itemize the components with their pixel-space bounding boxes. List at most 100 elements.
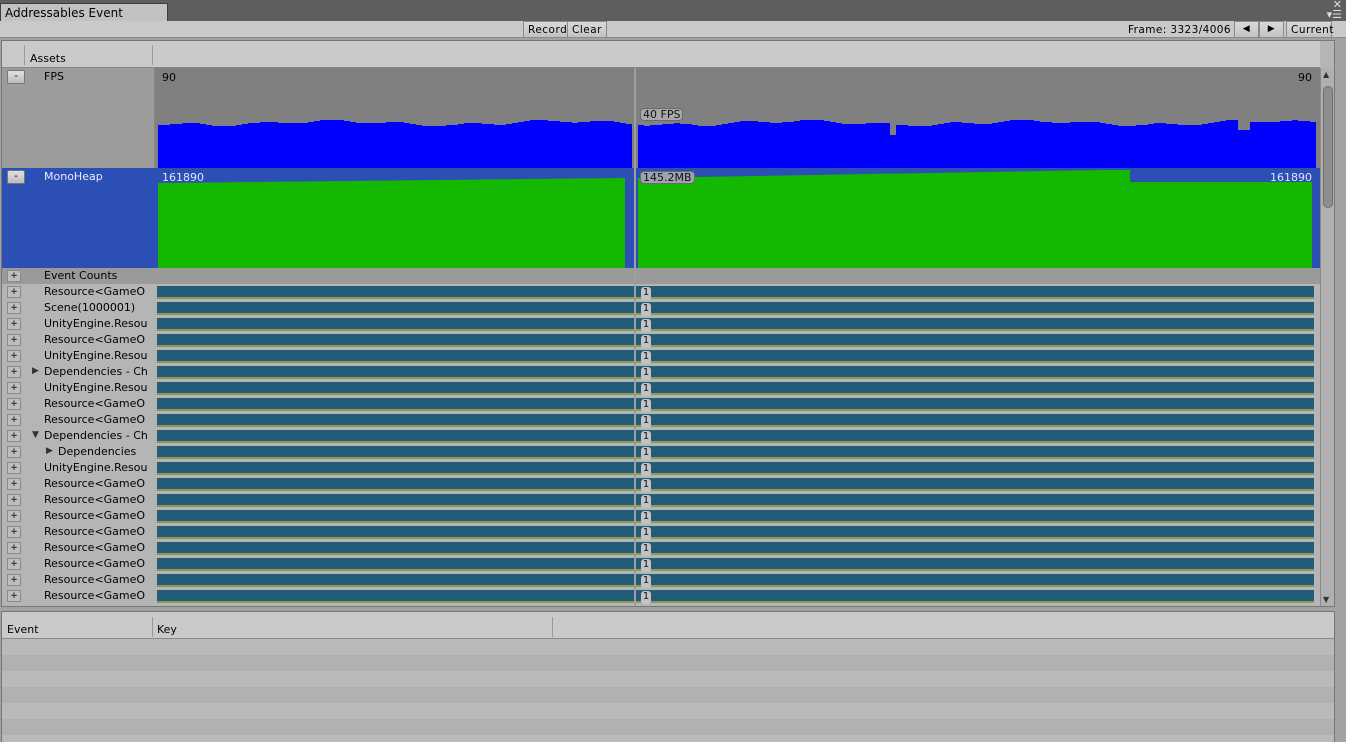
triangle-down-icon[interactable]: ▼ — [32, 430, 39, 440]
expand-toggle[interactable]: + — [7, 366, 21, 378]
event-timeline-bar[interactable] — [157, 510, 1314, 523]
key-column-header[interactable]: Key — [157, 623, 177, 636]
event-row[interactable]: + Resource<GameO 1 — [2, 588, 1320, 604]
column-divider[interactable] — [552, 617, 553, 637]
event-timeline-bar[interactable] — [157, 542, 1314, 555]
event-row[interactable]: + UnityEngine.Resou 1 — [2, 316, 1320, 332]
event-timeline-bar[interactable] — [157, 558, 1314, 571]
event-row[interactable]: + Resource<GameO 1 — [2, 540, 1320, 556]
expand-toggle[interactable]: + — [7, 526, 21, 538]
event-table-row[interactable] — [2, 687, 1334, 703]
expand-toggle[interactable]: + — [7, 494, 21, 506]
event-table: Event Key — [1, 611, 1335, 742]
expand-toggle[interactable]: + — [7, 462, 21, 474]
expand-toggle[interactable]: + — [7, 478, 21, 490]
prev-frame-button[interactable]: ◀ — [1234, 21, 1259, 38]
event-timeline-bar[interactable] — [157, 574, 1314, 587]
event-row[interactable]: + Resource<GameO 1 — [2, 476, 1320, 492]
expand-toggle[interactable]: + — [7, 590, 21, 602]
event-timeline-bar[interactable] — [157, 446, 1314, 459]
fps-bar — [392, 122, 398, 168]
event-timeline-bar[interactable] — [157, 318, 1314, 331]
event-timeline-bar[interactable] — [157, 366, 1314, 379]
scrollbar-thumb[interactable] — [1323, 86, 1333, 208]
expand-toggle[interactable]: + — [7, 270, 21, 282]
expand-toggle[interactable]: + — [7, 414, 21, 426]
expand-toggle[interactable]: + — [7, 430, 21, 442]
event-row[interactable]: + ▶ Dependencies 1 — [2, 444, 1320, 460]
window-menu-icon[interactable]: ✕ ▾☰ — [1327, 0, 1342, 20]
fps-graph[interactable]: 90 90 40 FPS — [155, 68, 1320, 168]
expand-toggle[interactable]: + — [7, 286, 21, 298]
expand-toggle[interactable]: + — [7, 302, 21, 314]
event-column-header[interactable]: Event — [7, 623, 39, 636]
graph-scrollbar[interactable]: ▲ ▼ — [1320, 68, 1334, 606]
expand-toggle[interactable]: + — [7, 350, 21, 362]
event-row[interactable]: + UnityEngine.Resou 1 — [2, 380, 1320, 396]
expand-toggle[interactable]: + — [7, 398, 21, 410]
event-row[interactable]: + Resource<GameO 1 — [2, 572, 1320, 588]
expand-toggle[interactable]: + — [7, 382, 21, 394]
expand-toggle[interactable]: + — [7, 574, 21, 586]
clear-button[interactable]: Clear — [567, 21, 607, 38]
event-timeline-bar[interactable] — [157, 334, 1314, 347]
event-table-row[interactable] — [2, 703, 1334, 719]
event-table-row[interactable] — [2, 735, 1334, 742]
expand-toggle[interactable]: + — [7, 542, 21, 554]
event-row[interactable]: + ▶ Dependencies - Ch 1 — [2, 364, 1320, 380]
fps-bar — [878, 123, 884, 168]
fps-bar — [830, 122, 836, 168]
triangle-right-icon[interactable]: ▶ — [46, 446, 53, 456]
event-row[interactable]: + ▼ Dependencies - Ch 1 — [2, 428, 1320, 444]
event-timeline-bar[interactable] — [157, 430, 1314, 443]
event-row[interactable]: + Resource<GameO 1 — [2, 556, 1320, 572]
event-row[interactable]: + Resource<GameO 1 — [2, 524, 1320, 540]
event-timeline-bar[interactable] — [157, 462, 1314, 475]
event-timeline-bar[interactable] — [157, 590, 1314, 603]
event-counts-row[interactable]: + Event Counts — [2, 268, 1320, 284]
fps-bar — [698, 126, 704, 168]
event-timeline-bar[interactable] — [157, 286, 1314, 299]
event-row[interactable]: + Scene(1000001) 1 — [2, 300, 1320, 316]
monoheap-collapse-toggle[interactable]: - — [7, 170, 25, 184]
fps-bar — [980, 124, 986, 168]
fps-bar — [1166, 124, 1172, 168]
event-timeline-bar[interactable] — [157, 414, 1314, 427]
expand-toggle[interactable]: + — [7, 334, 21, 346]
event-timeline-bar[interactable] — [157, 494, 1314, 507]
event-row[interactable]: + UnityEngine.Resou 1 — [2, 348, 1320, 364]
expand-toggle[interactable]: + — [7, 510, 21, 522]
event-row[interactable]: + Resource<GameO 1 — [2, 396, 1320, 412]
expand-toggle[interactable]: + — [7, 446, 21, 458]
event-table-row[interactable] — [2, 639, 1334, 655]
event-table-row[interactable] — [2, 655, 1334, 671]
event-timeline-bar[interactable] — [157, 382, 1314, 395]
scroll-up-icon[interactable]: ▲ — [1323, 70, 1329, 79]
event-row[interactable]: + Resource<GameO 1 — [2, 412, 1320, 428]
event-row[interactable]: + Resource<GameO 1 — [2, 492, 1320, 508]
event-row[interactable]: + Resource<GameO 1 — [2, 508, 1320, 524]
record-button[interactable]: Record — [523, 21, 573, 38]
event-table-row[interactable] — [2, 671, 1334, 687]
expand-toggle[interactable]: + — [7, 318, 21, 330]
next-frame-button[interactable]: ▶ — [1259, 21, 1284, 38]
event-timeline-bar[interactable] — [157, 350, 1314, 363]
event-row[interactable]: + Resource<GameO 1 — [2, 284, 1320, 300]
scroll-down-icon[interactable]: ▼ — [1323, 595, 1329, 604]
event-timeline-bar[interactable] — [157, 478, 1314, 491]
event-row[interactable]: + Resource<GameO 1 — [2, 332, 1320, 348]
column-divider[interactable] — [152, 617, 153, 637]
triangle-right-icon[interactable]: ▶ — [32, 366, 39, 376]
expand-toggle[interactable]: + — [7, 558, 21, 570]
event-row[interactable]: + UnityEngine.Resou 1 — [2, 460, 1320, 476]
event-timeline-bar[interactable] — [157, 398, 1314, 411]
window-tab[interactable]: Addressables Event Viewer — [0, 3, 168, 34]
frame-cursor-line[interactable] — [634, 68, 636, 606]
monoheap-graph[interactable]: 161890 161890 145.2MB — [155, 168, 1320, 268]
event-timeline-bar[interactable] — [157, 302, 1314, 315]
event-timeline-bar[interactable] — [157, 526, 1314, 539]
fps-collapse-toggle[interactable]: - — [7, 70, 25, 84]
fps-bar — [566, 122, 572, 168]
event-table-row[interactable] — [2, 719, 1334, 735]
current-frame-button[interactable]: Current — [1286, 21, 1333, 38]
